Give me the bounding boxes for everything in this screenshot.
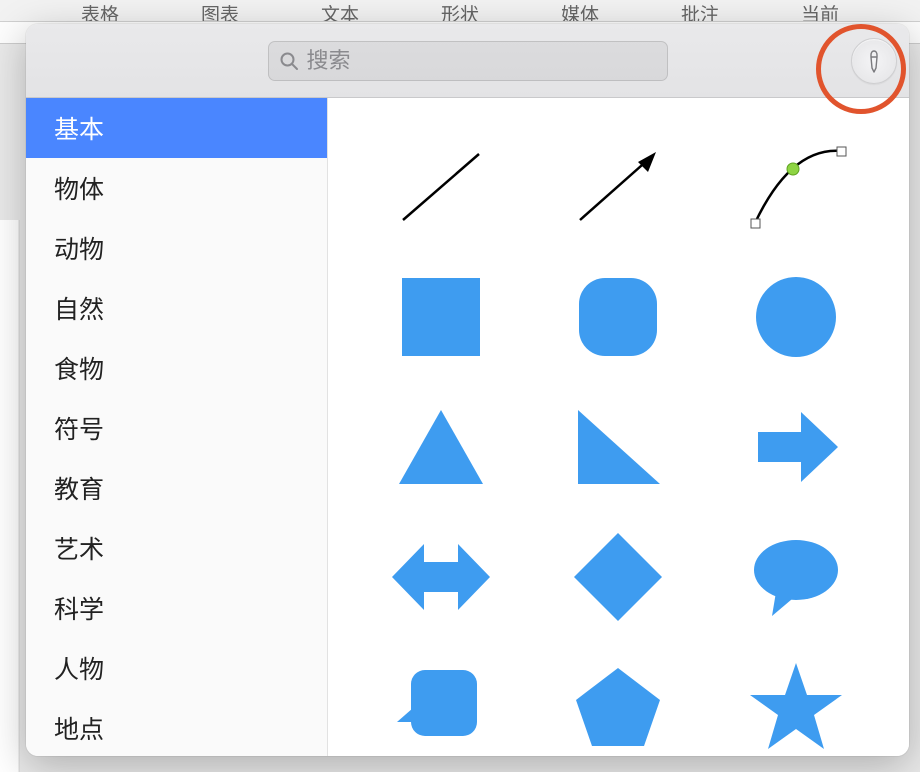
document-page <box>0 220 20 772</box>
sidebar-item-label: 基本 <box>54 116 104 144</box>
shape-circle[interactable] <box>707 252 885 382</box>
shape-rounded-square[interactable] <box>530 252 708 382</box>
sidebar-item-animals[interactable]: 动物 <box>26 218 327 278</box>
shape-curve[interactable] <box>707 122 885 252</box>
sidebar-item-label: 教育 <box>54 476 104 504</box>
sidebar-item-art[interactable]: 艺术 <box>26 518 327 578</box>
toolbar-item[interactable]: 表格 <box>81 0 119 22</box>
shape-star[interactable] <box>707 642 885 756</box>
sidebar-item-symbols[interactable]: 符号 <box>26 398 327 458</box>
sidebar-item-food[interactable]: 食物 <box>26 338 327 398</box>
shapes-popover: 基本 物体 动物 自然 食物 符号 教育 艺术 科学 人物 地点 活动 <box>26 24 909 756</box>
popover-body: 基本 物体 动物 自然 食物 符号 教育 艺术 科学 人物 地点 活动 <box>26 98 909 756</box>
sidebar-item-label: 物体 <box>54 176 104 204</box>
category-sidebar: 基本 物体 动物 自然 食物 符号 教育 艺术 科学 人物 地点 活动 <box>26 98 328 756</box>
sidebar-item-science[interactable]: 科学 <box>26 578 327 638</box>
shape-square[interactable] <box>352 252 530 382</box>
shape-triangle[interactable] <box>352 382 530 512</box>
shape-speech-bubble[interactable] <box>707 512 885 642</box>
shape-arrow-line[interactable] <box>530 122 708 252</box>
app-toolbar: 表格 图表 文本 形状 媒体 批注 当前 <box>0 0 920 22</box>
shape-arrow-bidirectional[interactable] <box>352 512 530 642</box>
shape-arrow-right[interactable] <box>707 382 885 512</box>
sidebar-item-label: 人物 <box>54 656 104 684</box>
shape-line[interactable] <box>352 122 530 252</box>
shape-pentagon[interactable] <box>530 642 708 756</box>
sidebar-item-label: 自然 <box>54 296 104 324</box>
sidebar-item-education[interactable]: 教育 <box>26 458 327 518</box>
toolbar-item[interactable]: 批注 <box>681 0 719 22</box>
pen-icon <box>861 48 887 74</box>
popover-header <box>26 24 909 98</box>
sidebar-item-nature[interactable]: 自然 <box>26 278 327 338</box>
sidebar-item-objects[interactable]: 物体 <box>26 158 327 218</box>
search-icon <box>279 51 299 71</box>
sidebar-item-label: 艺术 <box>54 536 104 564</box>
shape-callout-square[interactable] <box>352 642 530 756</box>
sidebar-item-places[interactable]: 地点 <box>26 698 327 756</box>
sidebar-item-label: 动物 <box>54 236 104 264</box>
sidebar-item-label: 符号 <box>54 416 104 444</box>
sidebar-item-people[interactable]: 人物 <box>26 638 327 698</box>
shape-right-triangle[interactable] <box>530 382 708 512</box>
toolbar-item[interactable]: 形状 <box>441 0 479 22</box>
toolbar-item[interactable]: 当前 <box>801 0 839 22</box>
search-input[interactable] <box>307 48 657 74</box>
toolbar-item[interactable]: 媒体 <box>561 0 599 22</box>
sidebar-item-label: 食物 <box>54 356 104 384</box>
search-field[interactable] <box>268 41 668 81</box>
sidebar-item-label: 地点 <box>54 716 104 744</box>
shapes-grid <box>328 98 909 756</box>
toolbar-item[interactable]: 文本 <box>321 0 359 22</box>
sidebar-item-basic[interactable]: 基本 <box>26 98 327 158</box>
draw-with-pen-button[interactable] <box>851 38 897 84</box>
toolbar-item[interactable]: 图表 <box>201 0 239 22</box>
shape-diamond[interactable] <box>530 512 708 642</box>
sidebar-item-label: 科学 <box>54 596 104 624</box>
